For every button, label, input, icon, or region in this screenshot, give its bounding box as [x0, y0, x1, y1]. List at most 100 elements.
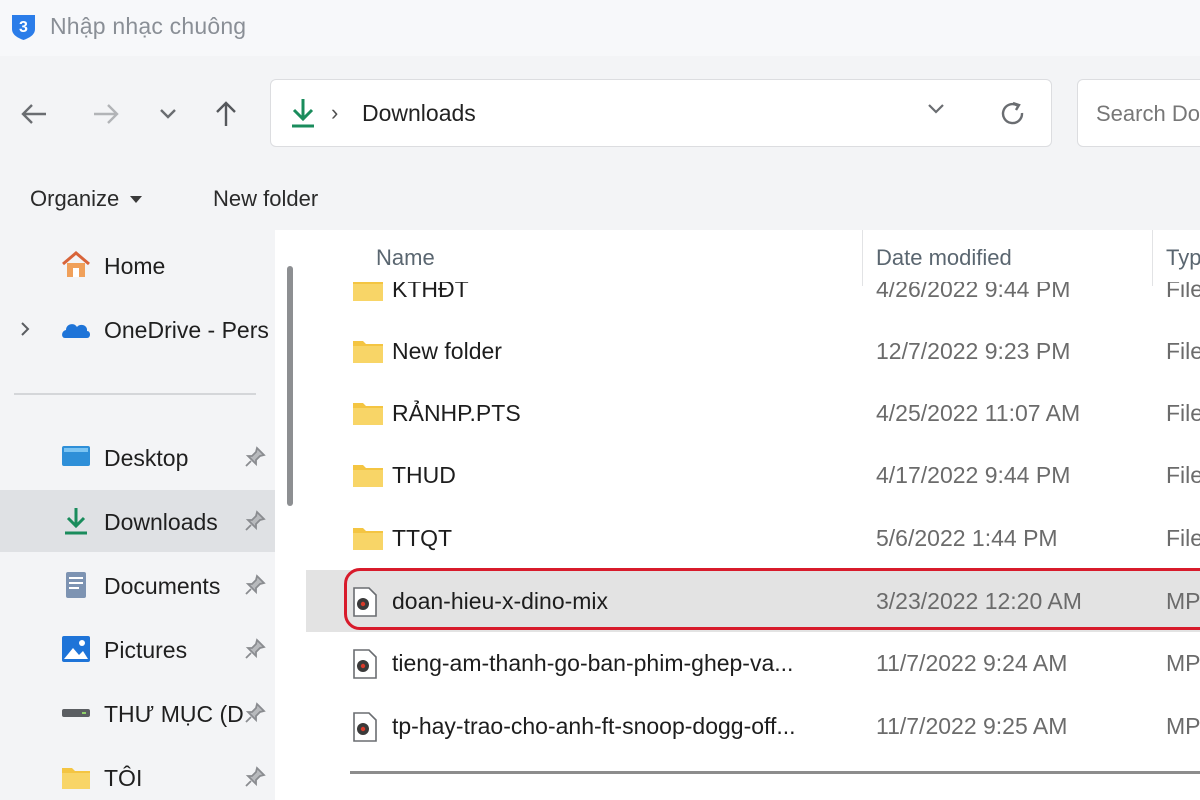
- home-icon: [62, 251, 90, 277]
- file-type: File: [1166, 462, 1200, 488]
- sidebar-item-onedrive[interactable]: OneDrive - Pers: [0, 298, 275, 360]
- sidebar-item-documents[interactable]: Documents: [0, 554, 275, 616]
- file-row[interactable]: THUD 4/17/2022 9:44 PM File: [306, 444, 1200, 506]
- window-title: Nhập nhạc chuông: [50, 13, 247, 39]
- folder-icon: [353, 528, 383, 550]
- search-box[interactable]: Search Do: [1077, 79, 1200, 147]
- file-row[interactable]: TTQT 5/6/2022 1:44 PM File: [306, 507, 1200, 569]
- app-icon: 3: [12, 15, 35, 40]
- file-name: New folder: [392, 338, 502, 364]
- folder-icon: [353, 465, 383, 487]
- file-date: 11/7/2022 9:25 AM: [876, 713, 1068, 739]
- column-divider[interactable]: [862, 230, 863, 286]
- pin-icon[interactable]: [244, 446, 266, 468]
- file-date: 5/6/2022 1:44 PM: [876, 525, 1058, 551]
- up-button[interactable]: [208, 96, 244, 132]
- file-type: MP: [1166, 650, 1200, 676]
- file-type: MP: [1166, 588, 1200, 614]
- back-button[interactable]: [16, 96, 52, 132]
- chevron-down-icon[interactable]: [926, 102, 946, 116]
- address-bar[interactable]: › Downloads: [270, 79, 1052, 147]
- audio-file-icon: [353, 587, 377, 617]
- sidebar-item-label: Home: [104, 253, 166, 279]
- chevron-down-icon: [160, 109, 176, 119]
- sidebar-divider: [14, 393, 256, 395]
- file-type: File: [1166, 400, 1200, 426]
- sidebar-item-label: Downloads: [104, 509, 218, 535]
- pin-icon[interactable]: [244, 510, 266, 532]
- pin-icon[interactable]: [244, 702, 266, 724]
- file-name: tieng-am-thanh-go-ban-phim-ghep-va...: [392, 650, 794, 676]
- audio-file-icon: [353, 649, 377, 679]
- file-name: RẢNHP.PTS: [392, 400, 521, 426]
- caret-down-icon: [130, 196, 143, 203]
- file-date: 12/7/2022 9:23 PM: [876, 338, 1071, 364]
- sidebar-item-pictures[interactable]: Pictures: [0, 618, 275, 680]
- file-type: MP: [1166, 713, 1200, 739]
- pin-icon[interactable]: [244, 638, 266, 660]
- sidebar-scrollbar[interactable]: [287, 266, 293, 506]
- recent-locations-button[interactable]: [150, 96, 186, 132]
- documents-icon: [66, 572, 86, 598]
- download-icon: [65, 508, 87, 535]
- sidebar-item-downloads[interactable]: Downloads: [0, 490, 275, 552]
- pictures-icon: [62, 636, 90, 662]
- sidebar-item-label: Pictures: [104, 637, 188, 663]
- desktop-icon: [62, 446, 90, 466]
- column-header-type[interactable]: Typ: [1166, 230, 1200, 286]
- file-row[interactable]: tieng-am-thanh-go-ban-phim-ghep-va... 11…: [306, 632, 1200, 694]
- folder-icon: [353, 403, 383, 425]
- file-type: File: [1166, 525, 1200, 551]
- column-header-date[interactable]: Date modified: [876, 230, 1012, 286]
- organize-label: Organize: [30, 186, 120, 211]
- column-divider[interactable]: [1152, 230, 1153, 286]
- sidebar-item-label: Documents: [104, 573, 221, 599]
- arrow-left-icon: [21, 104, 46, 124]
- horizontal-scrollbar[interactable]: [350, 771, 1200, 774]
- arrow-right-icon: [94, 104, 119, 124]
- pin-icon[interactable]: [244, 574, 266, 596]
- sidebar-item-label: TÔI: [104, 765, 143, 791]
- arrow-up-icon: [216, 101, 236, 126]
- file-date: 4/17/2022 9:44 PM: [876, 462, 1071, 488]
- new-folder-button[interactable]: New folder: [213, 186, 318, 212]
- svg-text:3: 3: [19, 19, 28, 36]
- sidebar-item-toi[interactable]: TÔI: [0, 746, 275, 800]
- audio-file-icon: [353, 712, 377, 742]
- file-row[interactable]: New folder 12/7/2022 9:23 PM File: [306, 320, 1200, 382]
- pin-icon[interactable]: [244, 766, 266, 788]
- organize-button[interactable]: Organize: [30, 186, 143, 212]
- file-name: doan-hieu-x-dino-mix: [392, 588, 609, 614]
- sidebar-item-desktop[interactable]: Desktop: [0, 426, 275, 488]
- command-bar: Organize New folder: [0, 168, 1200, 230]
- column-header-name[interactable]: Name: [376, 230, 435, 286]
- file-name: TTQT: [392, 525, 453, 551]
- file-date: 3/23/2022 12:20 AM: [876, 588, 1082, 614]
- onedrive-icon: [62, 324, 90, 338]
- sidebar-item-drive[interactable]: THƯ MỤC (D: [0, 682, 275, 744]
- file-row[interactable]: tp-hay-trao-cho-anh-ft-snoop-dogg-off...…: [306, 695, 1200, 757]
- file-type: File: [1166, 338, 1200, 364]
- breadcrumb-separator: ›: [331, 100, 339, 125]
- file-name: tp-hay-trao-cho-anh-ft-snoop-dogg-off...: [392, 713, 796, 739]
- file-name: THUD: [392, 462, 456, 488]
- sidebar-item-label: Desktop: [104, 445, 189, 471]
- navigation-bar: › Downloads Search Do: [0, 56, 1200, 168]
- download-icon: [292, 99, 314, 128]
- chevron-right-icon[interactable]: [18, 320, 32, 338]
- file-row[interactable]: RẢNHP.PTS 4/25/2022 11:07 AM File: [306, 382, 1200, 444]
- file-date: 11/7/2022 9:24 AM: [876, 650, 1068, 676]
- header-backdrop: [306, 230, 1200, 282]
- refresh-icon[interactable]: [999, 100, 1027, 128]
- breadcrumb-current[interactable]: Downloads: [362, 100, 476, 127]
- sidebar-item-home[interactable]: Home: [0, 234, 275, 296]
- file-row[interactable]: doan-hieu-x-dino-mix 3/23/2022 12:20 AM …: [306, 570, 1200, 632]
- title-bar: 3 Nhập nhạc chuông: [0, 0, 1200, 56]
- folder-icon: [353, 341, 383, 363]
- search-input[interactable]: Search Do: [1096, 101, 1200, 127]
- sidebar-item-label: OneDrive - Pers: [104, 317, 269, 343]
- file-list: Name Date modified Typ KTHĐT 4/26/2022 9…: [306, 230, 1200, 800]
- forward-button[interactable]: [88, 96, 124, 132]
- folder-icon: [62, 768, 90, 789]
- file-date: 4/25/2022 11:07 AM: [876, 400, 1081, 426]
